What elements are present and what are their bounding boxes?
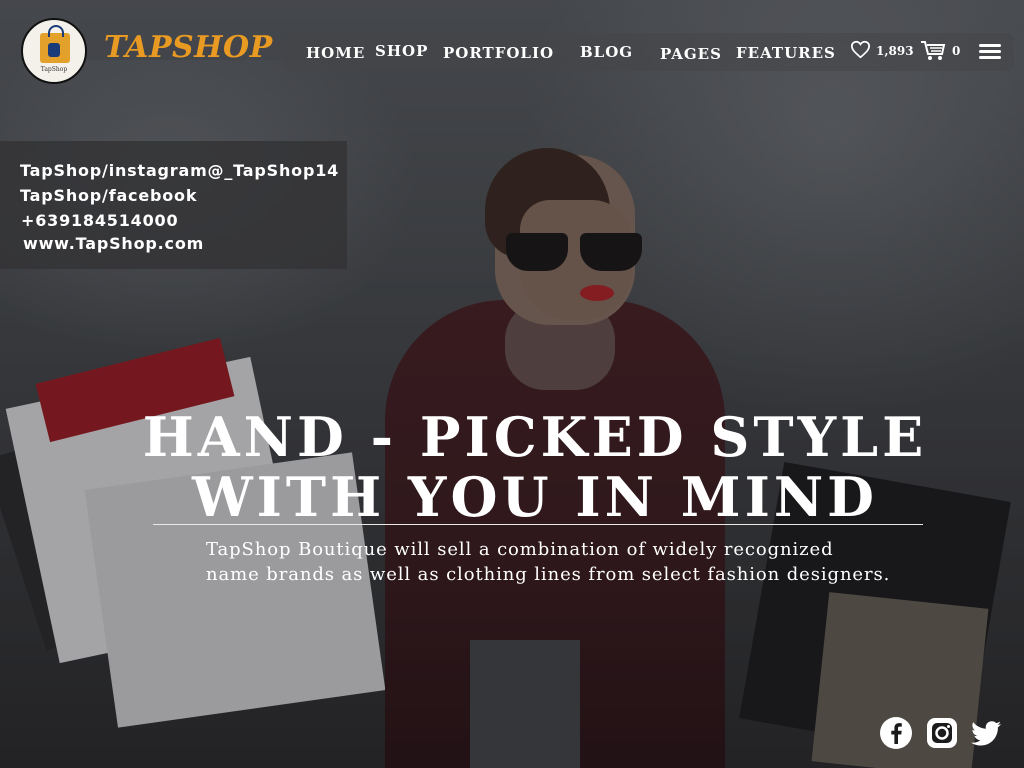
brand-name[interactable]: TAPSHOP: [104, 30, 273, 65]
heart-icon[interactable]: [850, 40, 871, 59]
logo-caption: TapShop: [40, 66, 68, 73]
contact-website[interactable]: www.TapShop.com: [23, 234, 204, 253]
logo[interactable]: TapShop: [21, 18, 87, 84]
hero-divider: [153, 524, 923, 525]
hero-subtitle-line1: TapShop Boutique will sell a combination…: [206, 539, 834, 560]
nav-pages[interactable]: PAGES: [660, 45, 722, 63]
nav-blog[interactable]: BLOG: [580, 43, 633, 61]
nav-shop[interactable]: SHOP: [375, 42, 428, 60]
nav-home[interactable]: HOME: [306, 44, 365, 62]
contact-phone[interactable]: +639184514000: [21, 211, 178, 230]
twitter-icon[interactable]: [969, 716, 1003, 750]
nav-features[interactable]: FEATURES: [736, 44, 836, 62]
instagram-icon[interactable]: [925, 716, 959, 750]
cart-count: 0: [952, 44, 961, 58]
nav-portfolio[interactable]: PORTFOLIO: [443, 44, 554, 62]
hero-background-photo: [0, 0, 1024, 768]
contact-facebook[interactable]: TapShop/facebook: [20, 186, 197, 205]
menu-icon[interactable]: [979, 44, 1001, 60]
facebook-icon[interactable]: [879, 716, 913, 750]
hand-icon: [48, 43, 60, 57]
hero-title-line2: WITH YOU IN MIND: [191, 465, 879, 529]
hero-subtitle-line2: name brands as well as clothing lines fr…: [206, 564, 891, 585]
wishlist-count: 1,893: [876, 44, 914, 58]
cart-icon[interactable]: [920, 40, 946, 61]
contact-instagram[interactable]: TapShop/instagram@_TapShop14: [20, 161, 339, 180]
hero-title-line1: HAND - PICKED STYLE: [142, 405, 928, 469]
